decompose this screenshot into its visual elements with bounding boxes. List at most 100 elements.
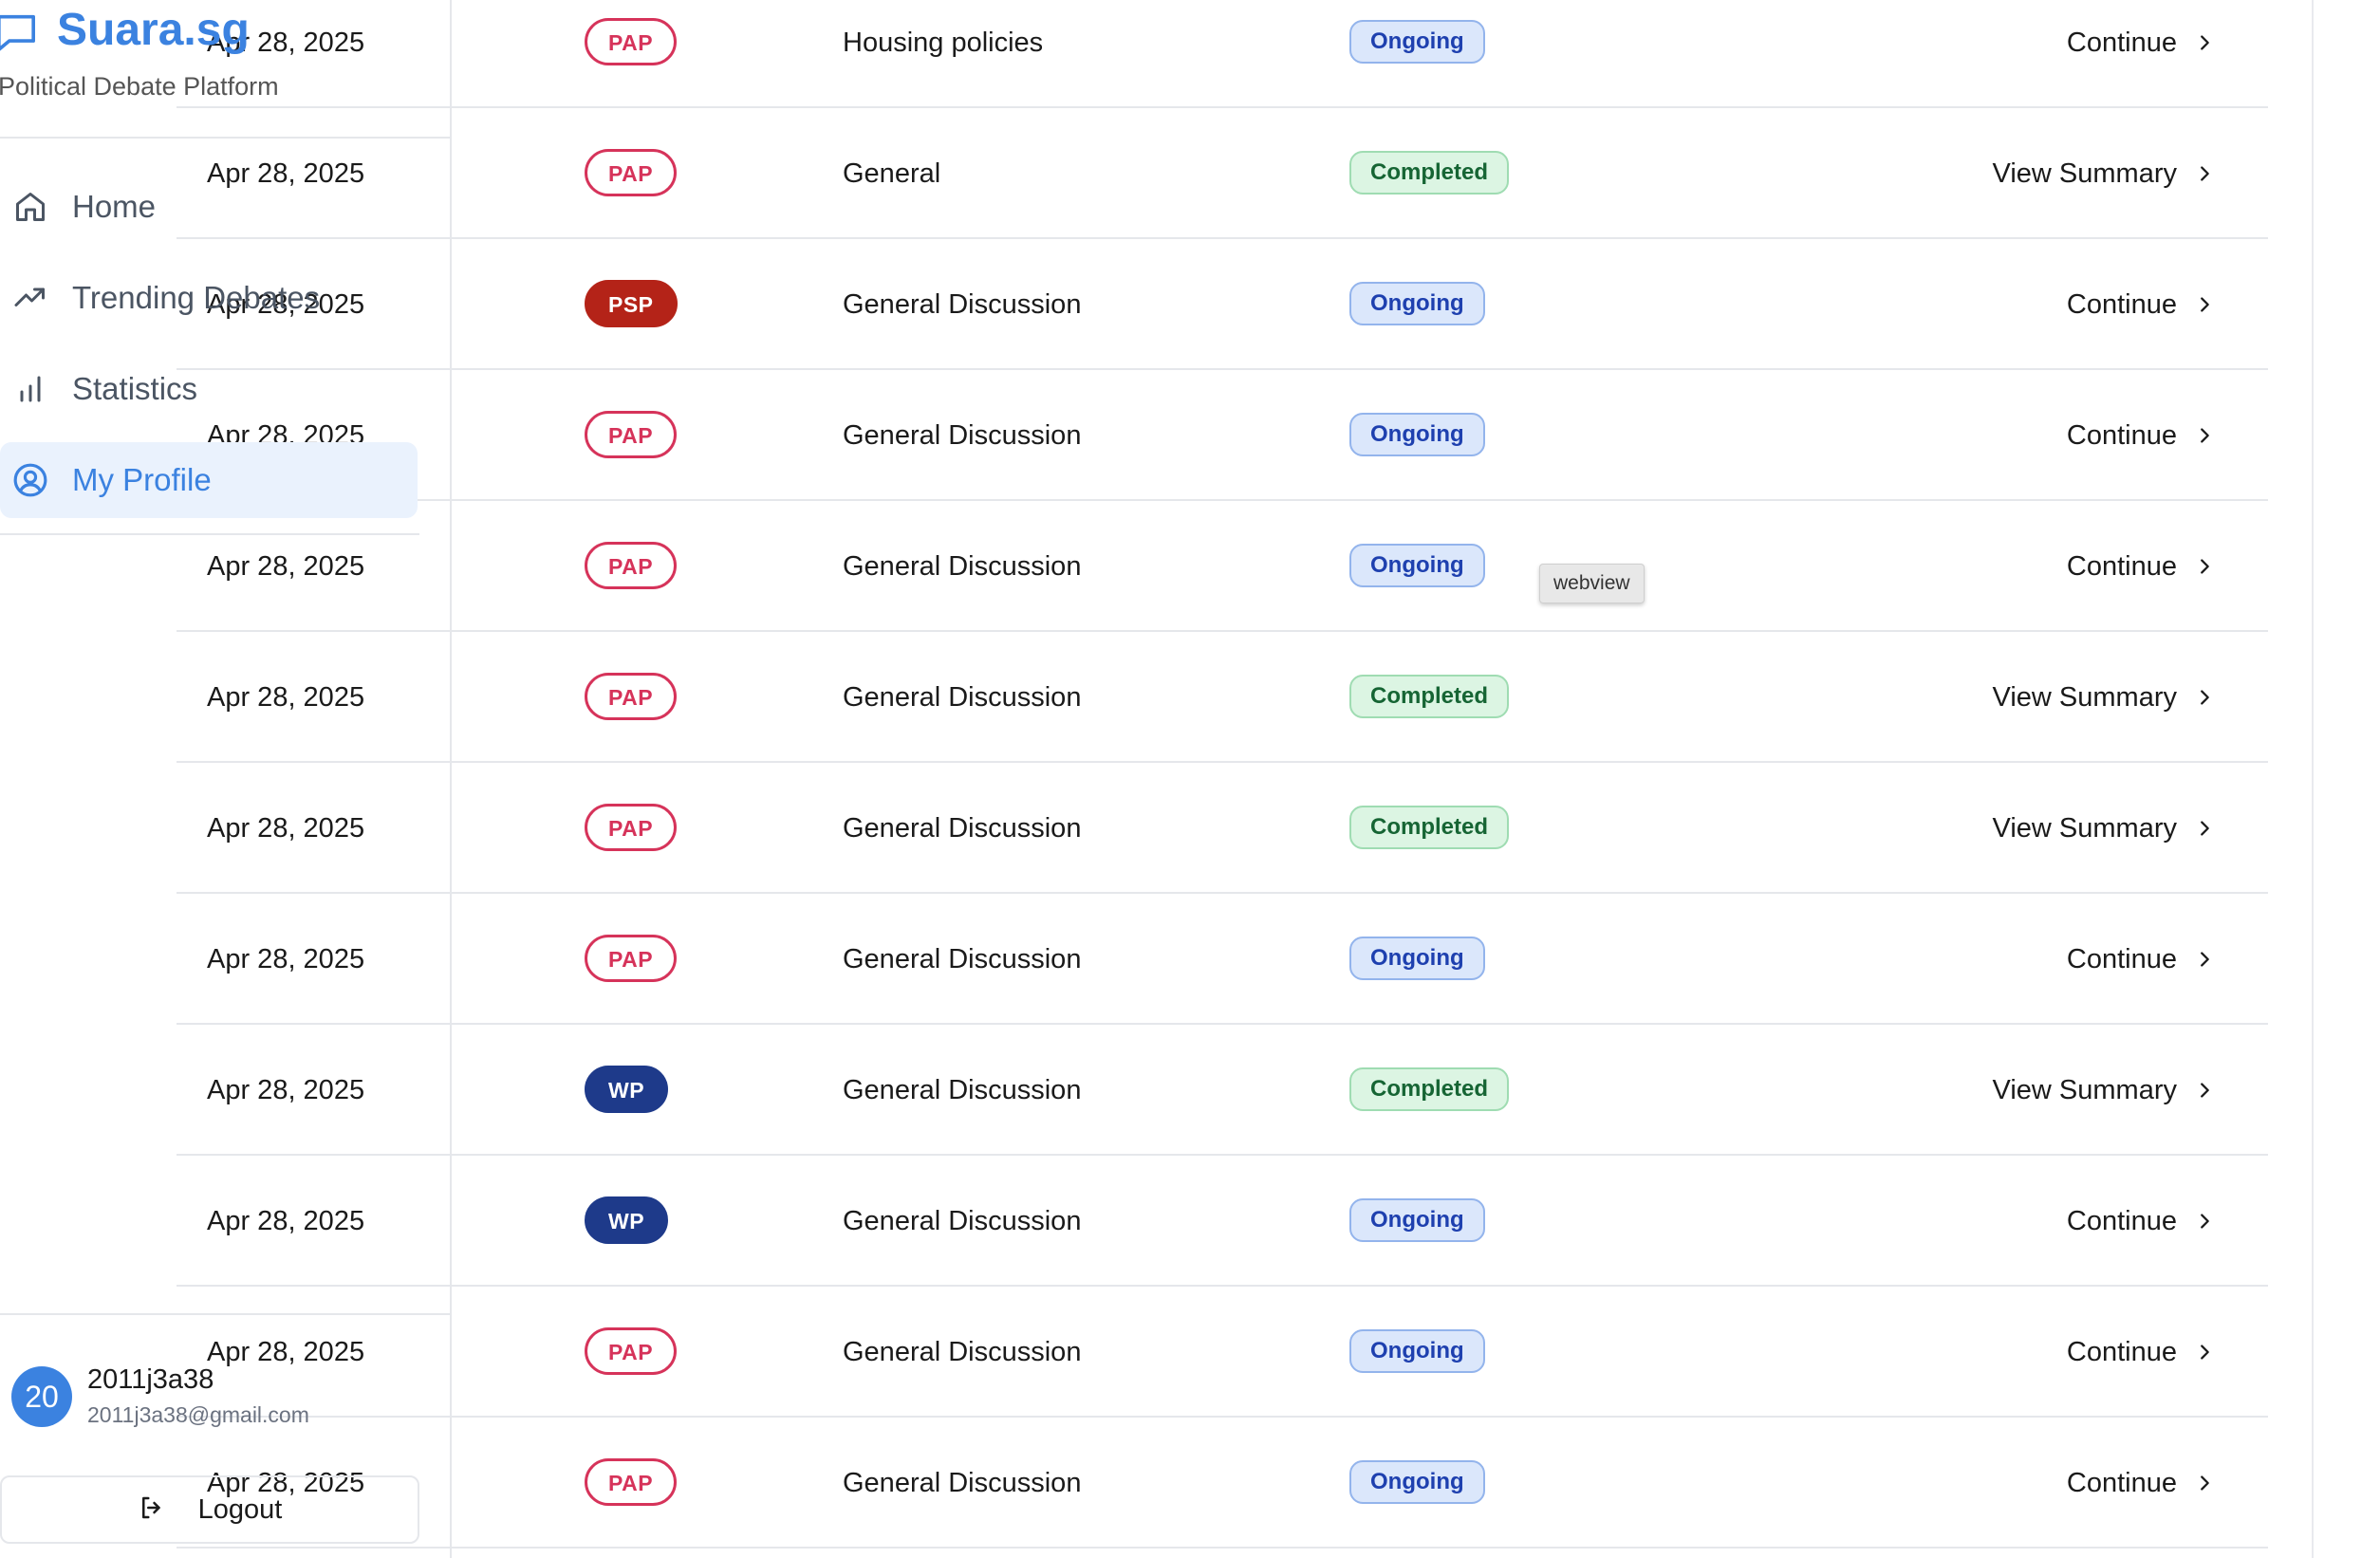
table-row: Apr 28, 2025 PAP Housing policies Ongoing Co… (177, 0, 2268, 108)
action-label: View Summary (1992, 158, 2177, 189)
trending-icon (11, 279, 49, 317)
status-badge: Completed (1349, 151, 1510, 195)
debate-topic: General Discussion (843, 420, 1082, 451)
debate-topic: General Discussion (843, 551, 1082, 582)
chevron-right-icon (2201, 952, 2209, 967)
status-badge: Ongoing (1349, 1198, 1485, 1242)
nav-label: My Profile (72, 462, 212, 497)
scrollbar-track[interactable] (2312, 0, 2314, 1558)
party-badge: PAP (585, 411, 678, 458)
row-action-link[interactable]: View Summary (1993, 108, 2215, 239)
status-badge: Ongoing (1349, 20, 1485, 64)
status-badge: Ongoing (1349, 1329, 1485, 1373)
brand-name[interactable]: Suara.sg (57, 4, 250, 56)
status-badge: Ongoing (1349, 413, 1485, 456)
debate-topic: General Discussion (843, 682, 1082, 713)
chevron-right-icon (2201, 1475, 2209, 1491)
status-badge: Completed (1349, 675, 1510, 718)
home-icon (11, 188, 49, 226)
tooltip: webview (1539, 564, 1645, 603)
chat-bubble-icon (0, 14, 35, 51)
action-label: View Summary (1992, 812, 2177, 844)
party-badge: PAP (585, 542, 678, 589)
sidebar-divider (0, 533, 419, 535)
nav-item-my-profile[interactable]: My Profile (0, 442, 418, 518)
sidebar-divider (0, 1313, 450, 1315)
debate-date: Apr 28, 2025 (207, 1337, 365, 1367)
party-badge: PAP (585, 804, 678, 851)
action-label: Continue (2066, 419, 2177, 451)
action-label: View Summary (1992, 681, 2177, 713)
column-divider (450, 0, 452, 1558)
chevron-right-icon (2201, 35, 2209, 50)
nav-item-home[interactable]: Home (0, 169, 418, 245)
debate-topic: General Discussion (843, 1075, 1082, 1105)
status-badge: Ongoing (1349, 1460, 1485, 1504)
chevron-right-icon (2201, 690, 2209, 705)
party-badge: PAP (585, 935, 678, 982)
nav-label: Trending Debates (72, 280, 321, 315)
chevron-right-icon (2201, 297, 2209, 312)
debate-date: Apr 28, 2025 (207, 551, 365, 582)
debate-topic: General Discussion (843, 813, 1082, 844)
party-badge: PAP (585, 18, 678, 65)
avatar[interactable]: 20 (11, 1366, 72, 1427)
debate-date: Apr 28, 2025 (207, 813, 365, 844)
debate-topic: General Discussion (843, 1337, 1082, 1367)
debate-topic: Housing policies (843, 28, 1044, 58)
debate-topic: General Discussion (843, 289, 1082, 320)
sidebar-divider (0, 137, 450, 139)
table-row: Apr 28, 2025 WP General Discussion Ongoing C… (177, 1156, 2268, 1287)
table-row: Apr 28, 2025 PAP General Discussion Complet… (177, 763, 2268, 894)
chevron-right-icon (2201, 821, 2209, 836)
row-action-link[interactable]: View Summary (1993, 632, 2215, 763)
debate-date: Apr 28, 2025 (207, 1206, 365, 1236)
row-action-link[interactable]: View Summary (1993, 1025, 2215, 1156)
action-label: Continue (2066, 1205, 2177, 1236)
debate-topic: General Discussion (843, 1468, 1082, 1498)
user-email: 2011j3a38@gmail.com (87, 1402, 309, 1427)
party-badge: PAP (585, 1458, 678, 1506)
nav-label: Statistics (72, 371, 198, 406)
party-badge: PAP (585, 149, 678, 196)
nav-item-statistics[interactable]: Statistics (0, 351, 418, 427)
row-action-link[interactable]: Continue (2067, 0, 2215, 108)
action-label: Continue (2066, 27, 2177, 58)
chevron-right-icon (2201, 1345, 2209, 1360)
row-action-link[interactable]: Continue (2067, 1418, 2215, 1549)
status-badge: Ongoing (1349, 544, 1485, 587)
debate-topic: General Discussion (843, 944, 1082, 974)
nav-label: Home (72, 189, 157, 224)
debate-topic: General Discussion (843, 1206, 1082, 1236)
table-row: Apr 28, 2025 PAP General Completed View Summ… (177, 108, 2268, 239)
logout-icon (138, 1493, 166, 1527)
party-badge: WP (585, 1066, 669, 1113)
nav-item-trending-debates[interactable]: Trending Debates (0, 260, 418, 336)
action-label: Continue (2066, 288, 2177, 320)
table-row: Apr 28, 2025 PAP General Discussion Ongoing… (177, 501, 2268, 632)
party-badge: PAP (585, 673, 678, 720)
row-action-link[interactable]: Continue (2067, 501, 2215, 632)
logout-button[interactable]: Logout (0, 1475, 419, 1544)
row-action-link[interactable]: Continue (2067, 1287, 2215, 1418)
row-action-link[interactable]: Continue (2067, 1156, 2215, 1287)
user-name: 2011j3a38 (87, 1364, 214, 1395)
row-action-link[interactable]: Continue (2067, 370, 2215, 501)
debate-date: Apr 28, 2025 (207, 1075, 365, 1105)
table-row: Apr 28, 2025 PAP General Discussion Ongoing… (177, 370, 2268, 501)
table-row: Apr 28, 2025 PAP General Discussion Ongoing… (177, 1287, 2268, 1418)
status-badge: Ongoing (1349, 282, 1485, 325)
logout-label: Logout (197, 1493, 283, 1525)
table-row: Apr 28, 2025 PAP General Discussion Ongoing… (177, 894, 2268, 1025)
row-action-link[interactable]: View Summary (1993, 763, 2215, 894)
party-badge: PAP (585, 1327, 678, 1375)
chevron-right-icon (2201, 1083, 2209, 1098)
row-action-link[interactable]: Continue (2067, 239, 2215, 370)
row-action-link[interactable]: Continue (2067, 894, 2215, 1025)
table-row: Apr 28, 2025 PAP General Discussion Ongoing… (177, 1418, 2268, 1549)
user-circle-icon (11, 461, 49, 499)
table-row: Apr 28, 2025 PAP General Discussion Complet… (177, 632, 2268, 763)
party-badge: WP (585, 1196, 669, 1244)
brand-subtitle: Political Debate Platform (0, 72, 279, 101)
status-badge: Ongoing (1349, 937, 1485, 980)
